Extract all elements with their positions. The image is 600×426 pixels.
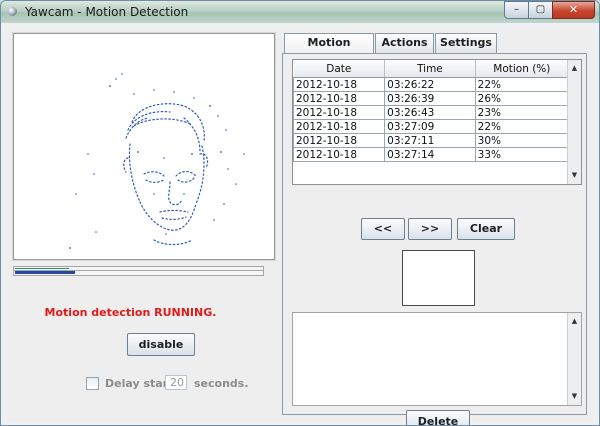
- window-title: Yawcam - Motion Detection: [25, 5, 189, 19]
- column-header-time[interactable]: Time: [384, 60, 476, 78]
- motion-level-fill: [15, 271, 75, 274]
- event-time-cell: 03:27:09: [384, 119, 476, 134]
- events-table-scrollbar[interactable]: ▲ ▼: [567, 60, 581, 184]
- event-date-cell: 2012-10-18: [292, 77, 386, 92]
- scroll-down-icon[interactable]: ▼: [568, 169, 581, 182]
- delay-seconds-label: seconds.: [194, 377, 249, 390]
- event-snapshot-thumbnail: [402, 250, 475, 306]
- table-row[interactable]: 2012-10-18 03:26:22 22%: [292, 77, 570, 92]
- motion-level-top-fill: [15, 268, 69, 269]
- tab-actions[interactable]: Actions: [375, 33, 434, 53]
- tab-settings[interactable]: Settings: [435, 33, 497, 53]
- maximize-button[interactable]: ▢: [528, 1, 553, 19]
- event-time-cell: 03:26:22: [384, 77, 476, 92]
- event-motion-cell: 26%: [474, 91, 570, 106]
- scroll-up-icon[interactable]: ▲: [568, 315, 581, 328]
- event-date-cell: 2012-10-18: [292, 147, 386, 162]
- tab-motion-events[interactable]: Motion Events: [284, 33, 374, 67]
- motion-level-bar: [13, 266, 264, 276]
- minimize-button[interactable]: –: [504, 1, 529, 19]
- event-motion-cell: 22%: [474, 77, 570, 92]
- clear-events-button[interactable]: Clear: [457, 218, 515, 240]
- event-date-cell: 2012-10-18: [292, 133, 386, 148]
- motion-preview-image: [12, 32, 276, 261]
- event-time-cell: 03:27:11: [384, 133, 476, 148]
- motion-status-text: Motion detection RUNNING.: [44, 306, 217, 319]
- events-table: Date Time Motion (%) 2012-10-18 03:26:22 2…: [292, 60, 570, 162]
- table-row[interactable]: 2012-10-18 03:27:09 22%: [292, 119, 570, 134]
- title-bar[interactable]: Yawcam - Motion Detection – ▢ ✕: [1, 1, 599, 23]
- next-event-button[interactable]: >>: [408, 218, 452, 240]
- yawcam-window: Yawcam - Motion Detection – ▢ ✕ Motion d…: [0, 0, 600, 426]
- event-date-cell: 2012-10-18: [292, 119, 386, 134]
- event-motion-cell: 22%: [474, 119, 570, 134]
- motion-outline-face: [69, 73, 245, 249]
- yawcam-app-icon: [8, 7, 17, 16]
- close-button[interactable]: ✕: [552, 1, 595, 19]
- event-date-cell: 2012-10-18: [292, 105, 386, 120]
- scroll-up-icon[interactable]: ▲: [568, 62, 581, 75]
- delete-event-button[interactable]: Delete: [406, 410, 470, 425]
- event-time-cell: 03:27:14: [384, 147, 476, 162]
- delay-seconds-input[interactable]: 20: [165, 375, 187, 390]
- event-motion-cell: 23%: [474, 105, 570, 120]
- table-row[interactable]: 2012-10-18 03:26:43 23%: [292, 105, 570, 120]
- event-log-textarea[interactable]: ▲ ▼: [292, 312, 582, 406]
- table-row[interactable]: 2012-10-18 03:27:14 33%: [292, 147, 570, 162]
- event-date-cell: 2012-10-18: [292, 91, 386, 106]
- event-motion-cell: 33%: [474, 147, 570, 162]
- event-motion-cell: 30%: [474, 133, 570, 148]
- previous-event-button[interactable]: <<: [361, 218, 405, 240]
- events-table-container: Date Time Motion (%) 2012-10-18 03:26:22 2…: [292, 59, 582, 185]
- column-header-date[interactable]: Date: [293, 60, 386, 78]
- event-log-scrollbar[interactable]: ▲ ▼: [567, 313, 581, 405]
- event-time-cell: 03:26:39: [384, 91, 476, 106]
- disable-button[interactable]: disable: [127, 333, 195, 356]
- table-row[interactable]: 2012-10-18 03:27:11 30%: [292, 133, 570, 148]
- client-area: Motion detection RUNNING. disable Delay …: [6, 28, 594, 425]
- delay-start-checkbox[interactable]: [86, 377, 99, 390]
- scroll-down-icon[interactable]: ▼: [568, 390, 581, 403]
- delay-start-label: Delay start: [105, 377, 174, 390]
- motion-events-panel: Date Time Motion (%) 2012-10-18 03:26:22 2…: [282, 53, 587, 425]
- table-row[interactable]: 2012-10-18 03:26:39 26%: [292, 91, 570, 106]
- column-header-motion[interactable]: Motion (%): [475, 60, 570, 78]
- event-time-cell: 03:26:43: [384, 105, 476, 120]
